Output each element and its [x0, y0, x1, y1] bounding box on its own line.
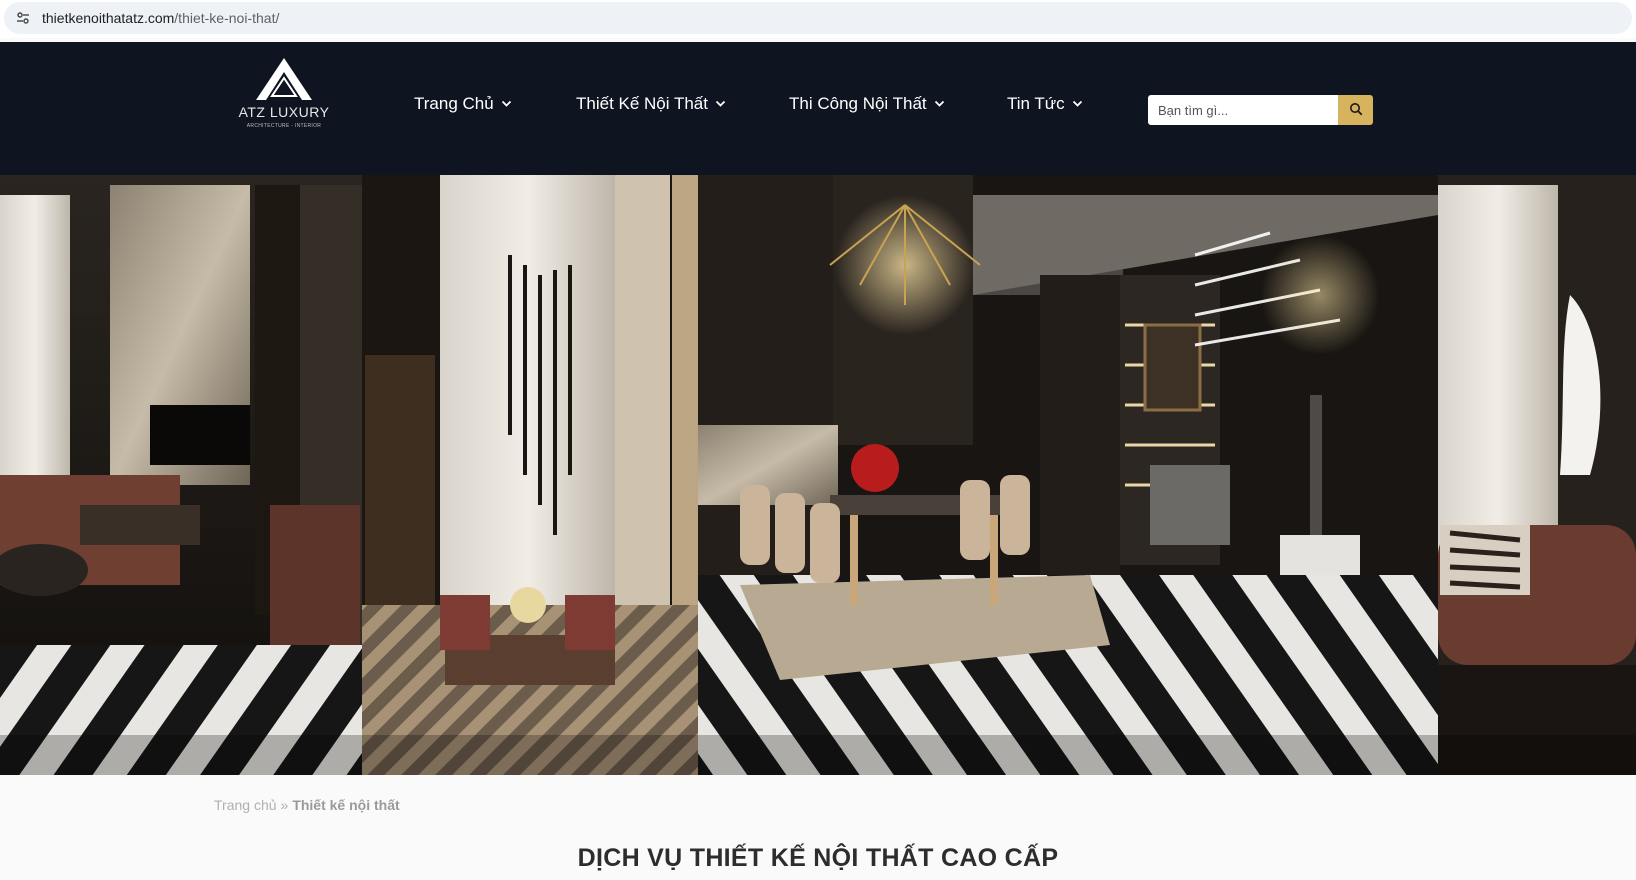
url-text[interactable]: thietkenoithatatz.com/thiet-ke-noi-that/ [42, 10, 279, 26]
search-input[interactable] [1148, 95, 1338, 125]
hero-interior-illustration [0, 175, 1636, 775]
hero-banner-image [0, 175, 1636, 775]
nav-item-trang-chu[interactable]: Trang Chủ [414, 94, 512, 114]
nav-item-tin-tuc[interactable]: Tin Tức [1007, 94, 1083, 114]
search-box [1148, 95, 1373, 125]
page-title: DỊCH VỤ THIẾT KẾ NỘI THẤT CAO CẤP [577, 844, 1059, 872]
browser-address-bar: thietkenoithatatz.com/thiet-ke-noi-that/ [0, 0, 1636, 38]
site-info-icon[interactable] [8, 2, 38, 34]
nav-item-thiet-ke-noi-that[interactable]: Thiết Kế Nội Thất [576, 94, 726, 114]
logo-text: ATZ LUXURY [238, 104, 330, 120]
nav-item-thi-cong-noi-that[interactable]: Thi Công Nội Thất [789, 94, 945, 114]
url-bar[interactable]: thietkenoithatatz.com/thiet-ke-noi-that/ [4, 2, 1632, 34]
url-domain: thietkenoithatatz.com [42, 10, 175, 26]
chevron-down-icon [501, 100, 512, 108]
search-icon [1349, 102, 1363, 119]
search-button[interactable] [1338, 95, 1373, 125]
nav-item-label: Trang Chủ [414, 94, 494, 113]
site-logo[interactable]: ATZ LUXURY ARCHITECTURE - INTERIOR [232, 56, 336, 134]
breadcrumb-home-link[interactable]: Trang chủ [214, 797, 277, 813]
site-header: ATZ LUXURY ARCHITECTURE - INTERIOR Trang… [0, 42, 1636, 175]
nav-item-label: Tin Tức [1007, 94, 1065, 113]
breadcrumb-separator: » [280, 797, 289, 813]
nav-item-label: Thi Công Nội Thất [789, 94, 927, 113]
breadcrumb: Trang chủ» Thiết kế nội thất [214, 797, 400, 813]
chevron-down-icon [1072, 100, 1083, 108]
nav-item-label: Thiết Kế Nội Thất [576, 94, 708, 113]
logo-mark-icon [256, 58, 312, 100]
breadcrumb-current: Thiết kế nội thất [292, 797, 400, 813]
url-path: /thiet-ke-noi-that/ [174, 10, 280, 26]
logo-subtext: ARCHITECTURE - INTERIOR [246, 123, 322, 129]
chevron-down-icon [934, 100, 945, 108]
chevron-down-icon [715, 100, 726, 108]
